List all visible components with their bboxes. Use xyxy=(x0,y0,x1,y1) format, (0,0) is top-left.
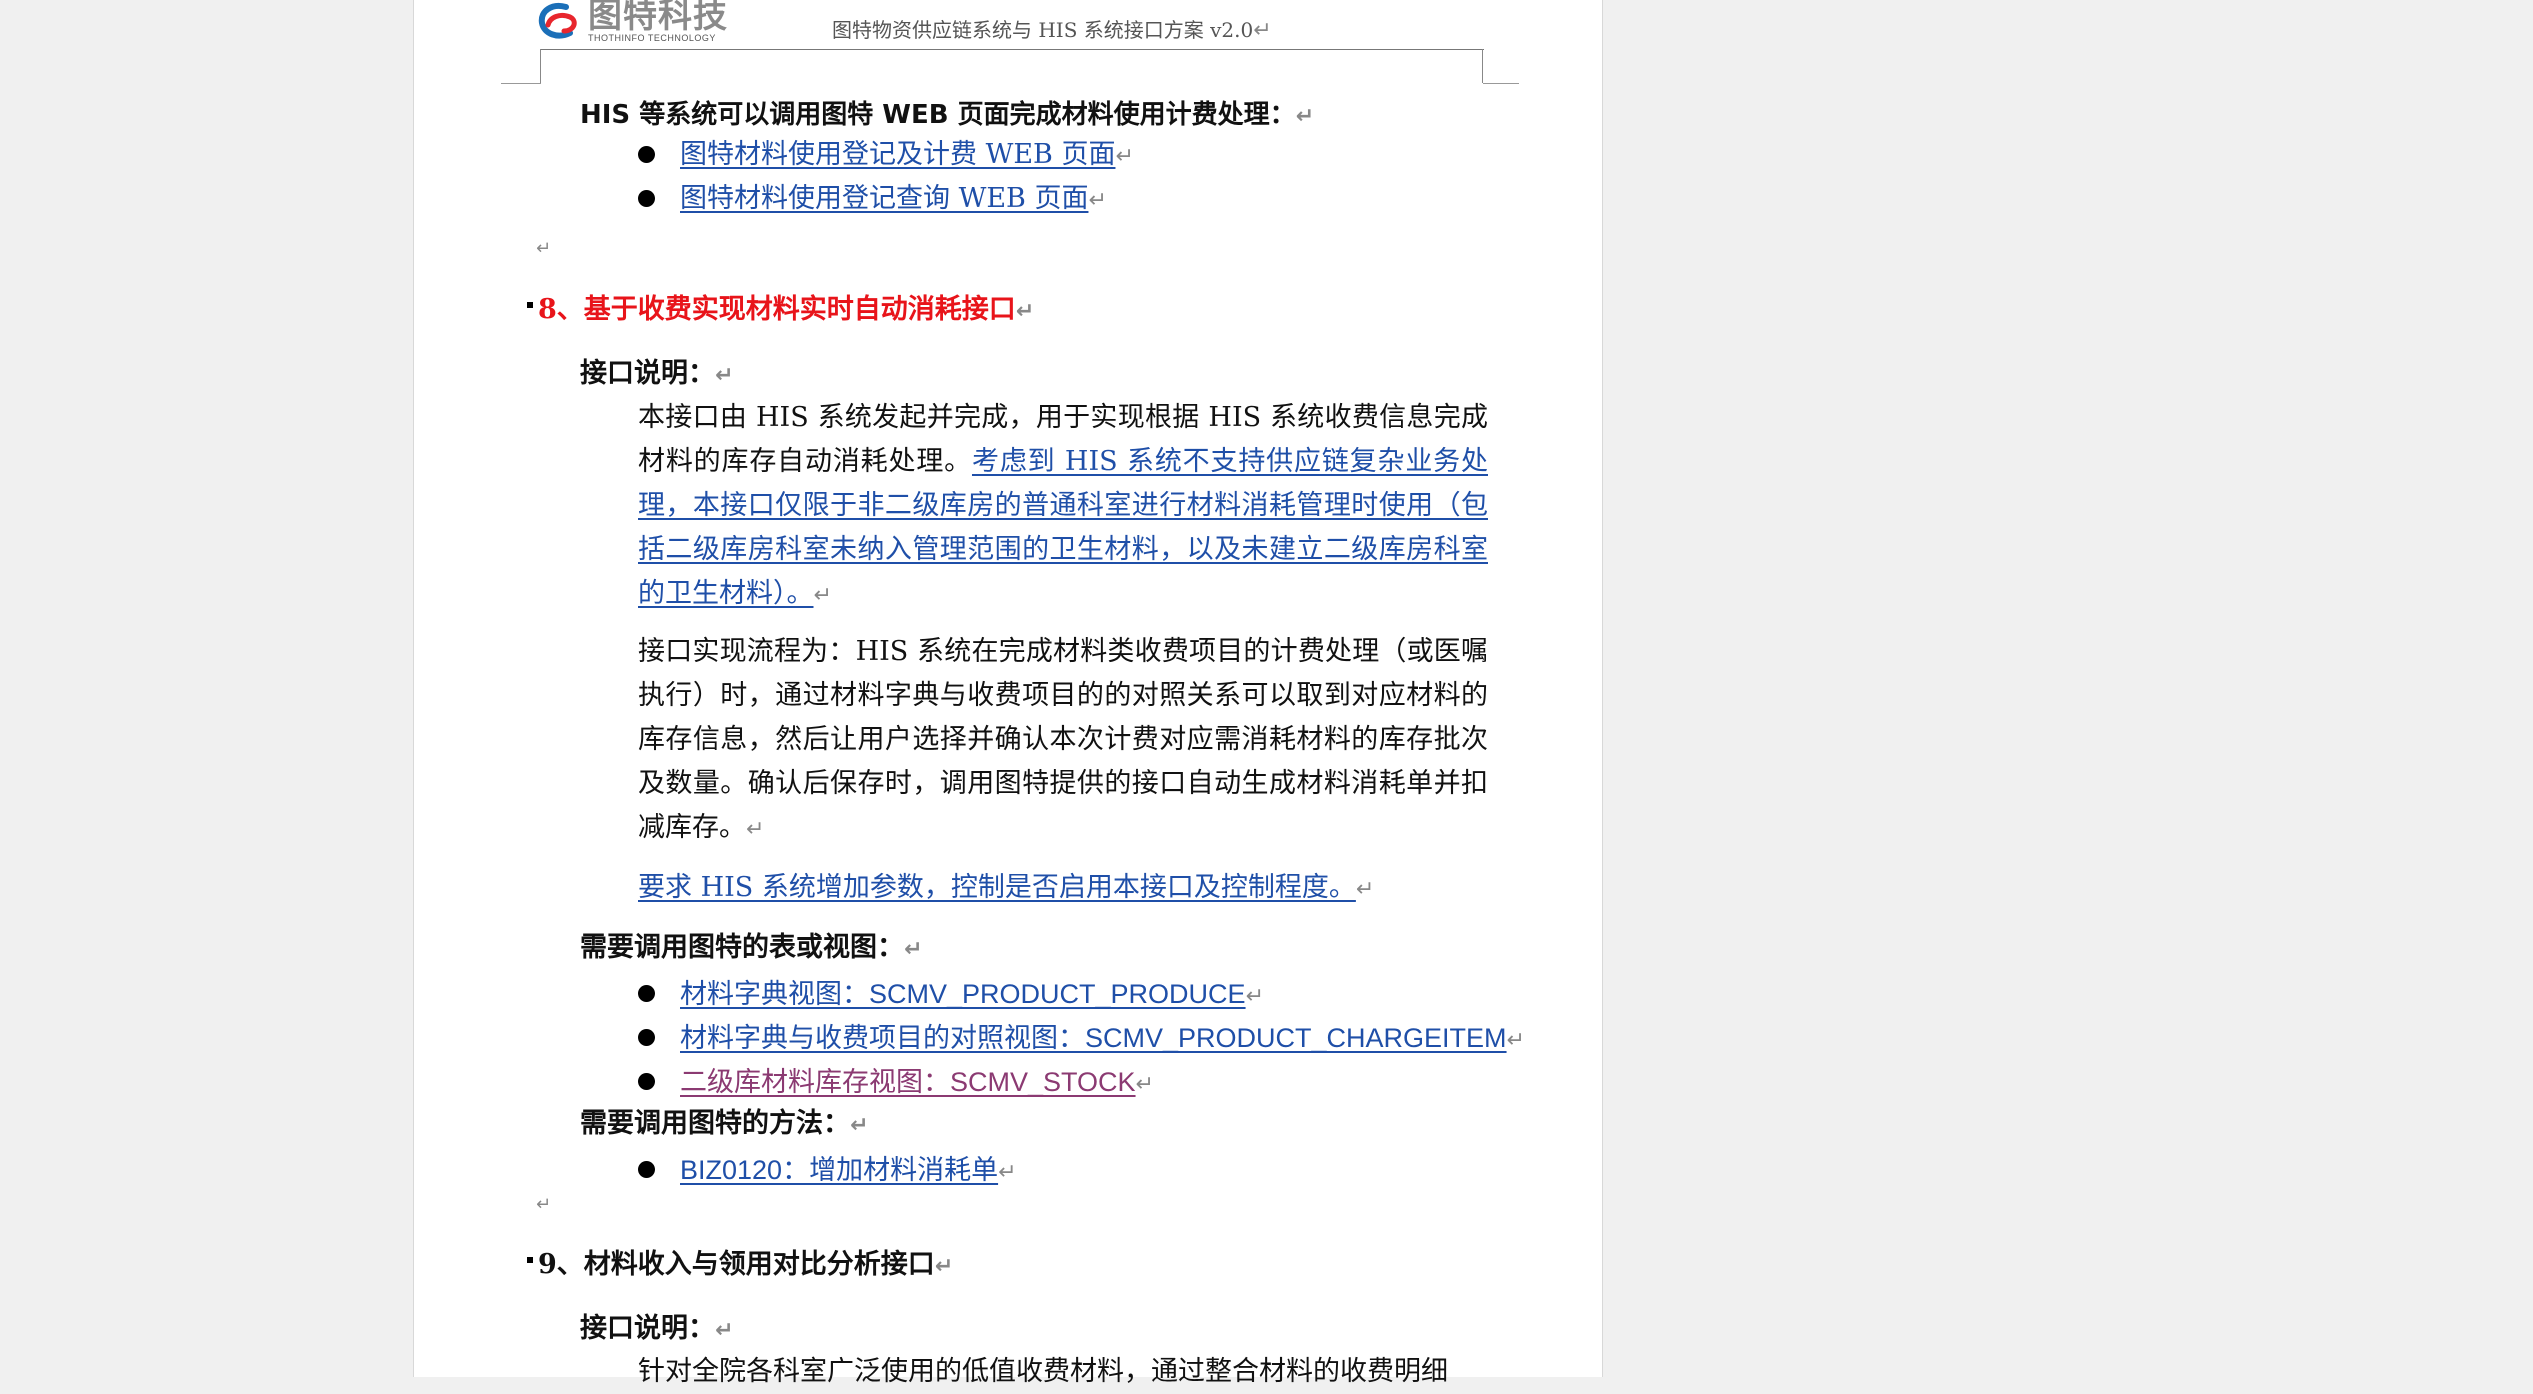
empty-paragraph-mark: ↵ xyxy=(536,1194,552,1215)
section-9-heading: 9、材料收入与领用对比分析接口↵ xyxy=(538,1249,954,1280)
section-9-para-1: 针对全院各科室广泛使用的低值收费材料，通过整合材料的收费明细 xyxy=(638,1356,1448,1387)
bullet-icon xyxy=(638,1161,655,1178)
header-corner-right xyxy=(1482,49,1484,83)
section-8-para-2: 接口实现流程为：HIS 系统在完成材料类收费项目的计费处理（或医嘱执行）时，通过… xyxy=(638,636,1488,843)
section-8-parameter-link[interactable]: 要求 HIS 系统增加参数，控制是否启用本接口及控制程度。 xyxy=(638,872,1356,903)
table-view-row-3: 二级库材料库存视图：SCMV_STOCK↵ xyxy=(680,1067,1154,1097)
section-9-desc-label: 接口说明：↵ xyxy=(580,1313,734,1344)
intro-link-2-row: 图特材料使用登记查询 WEB 页面↵ xyxy=(680,183,1107,214)
margin-mark-right xyxy=(1483,83,1519,84)
logo-swirl-icon xyxy=(536,1,584,41)
method-row-1: BIZ0120：增加材料消耗单↵ xyxy=(680,1155,1017,1185)
section-8-methods-label: 需要调用图特的方法：↵ xyxy=(580,1108,869,1139)
heading-marker xyxy=(527,302,533,308)
table-view-row-1: 材料字典视图：SCMV_PRODUCT_PRODUCE↵ xyxy=(680,979,1264,1009)
section-8-para-1: 本接口由 HIS 系统发起并完成，用于实现根据 HIS 系统收费信息完成材料的库… xyxy=(638,402,1488,609)
intro-link-1-row: 图特材料使用登记及计费 WEB 页面↵ xyxy=(680,139,1134,170)
web-link-registration-query[interactable]: 图特材料使用登记查询 WEB 页面 xyxy=(680,183,1088,214)
empty-paragraph-mark: ↵ xyxy=(536,238,552,259)
section-8-desc-label: 接口说明：↵ xyxy=(580,358,734,389)
header-corner-left xyxy=(540,49,542,83)
company-logo: 图特科技 THOTHINFO TECHNOLOGY xyxy=(536,0,728,43)
bullet-icon xyxy=(638,146,655,163)
view-link-product-produce[interactable]: 材料字典视图：SCMV_PRODUCT_PRODUCE xyxy=(680,979,1246,1009)
bullet-icon xyxy=(638,190,655,207)
section-8-para-3: 要求 HIS 系统增加参数，控制是否启用本接口及控制程度。↵ xyxy=(638,872,1375,903)
document-page: 图特科技 THOTHINFO TECHNOLOGY 图特物资供应链系统与 HIS… xyxy=(413,0,1603,1387)
bullet-icon xyxy=(638,1029,655,1046)
view-link-stock[interactable]: 二级库材料库存视图：SCMV_STOCK xyxy=(680,1067,1136,1097)
method-link-biz0120[interactable]: BIZ0120：增加材料消耗单 xyxy=(680,1155,998,1185)
table-view-row-2: 材料字典与收费项目的对照视图：SCMV_PRODUCT_CHARGEITEM↵ xyxy=(680,1023,1525,1053)
web-link-registration-billing[interactable]: 图特材料使用登记及计费 WEB 页面 xyxy=(680,139,1115,170)
bullet-icon xyxy=(638,985,655,1002)
section-8-heading: 8、基于收费实现材料实时自动消耗接口↵ xyxy=(538,294,1035,325)
document-header-title: 图特物资供应链系统与 HIS 系统接口方案 v2.0↵ xyxy=(832,18,1272,43)
view-link-product-chargeitem[interactable]: 材料字典与收费项目的对照视图：SCMV_PRODUCT_CHARGEITEM xyxy=(680,1023,1507,1053)
header-rule xyxy=(540,49,1484,50)
margin-mark-left xyxy=(501,83,541,84)
intro-line: HIS 等系统可以调用图特 WEB 页面完成材料使用计费处理：↵ xyxy=(580,100,1315,130)
logo-chinese-name: 图特科技 xyxy=(588,0,728,36)
section-8-tables-label: 需要调用图特的表或视图：↵ xyxy=(580,932,923,963)
heading-marker xyxy=(527,1257,533,1263)
bullet-icon xyxy=(638,1073,655,1090)
logo-english-name: THOTHINFO TECHNOLOGY xyxy=(588,33,716,43)
